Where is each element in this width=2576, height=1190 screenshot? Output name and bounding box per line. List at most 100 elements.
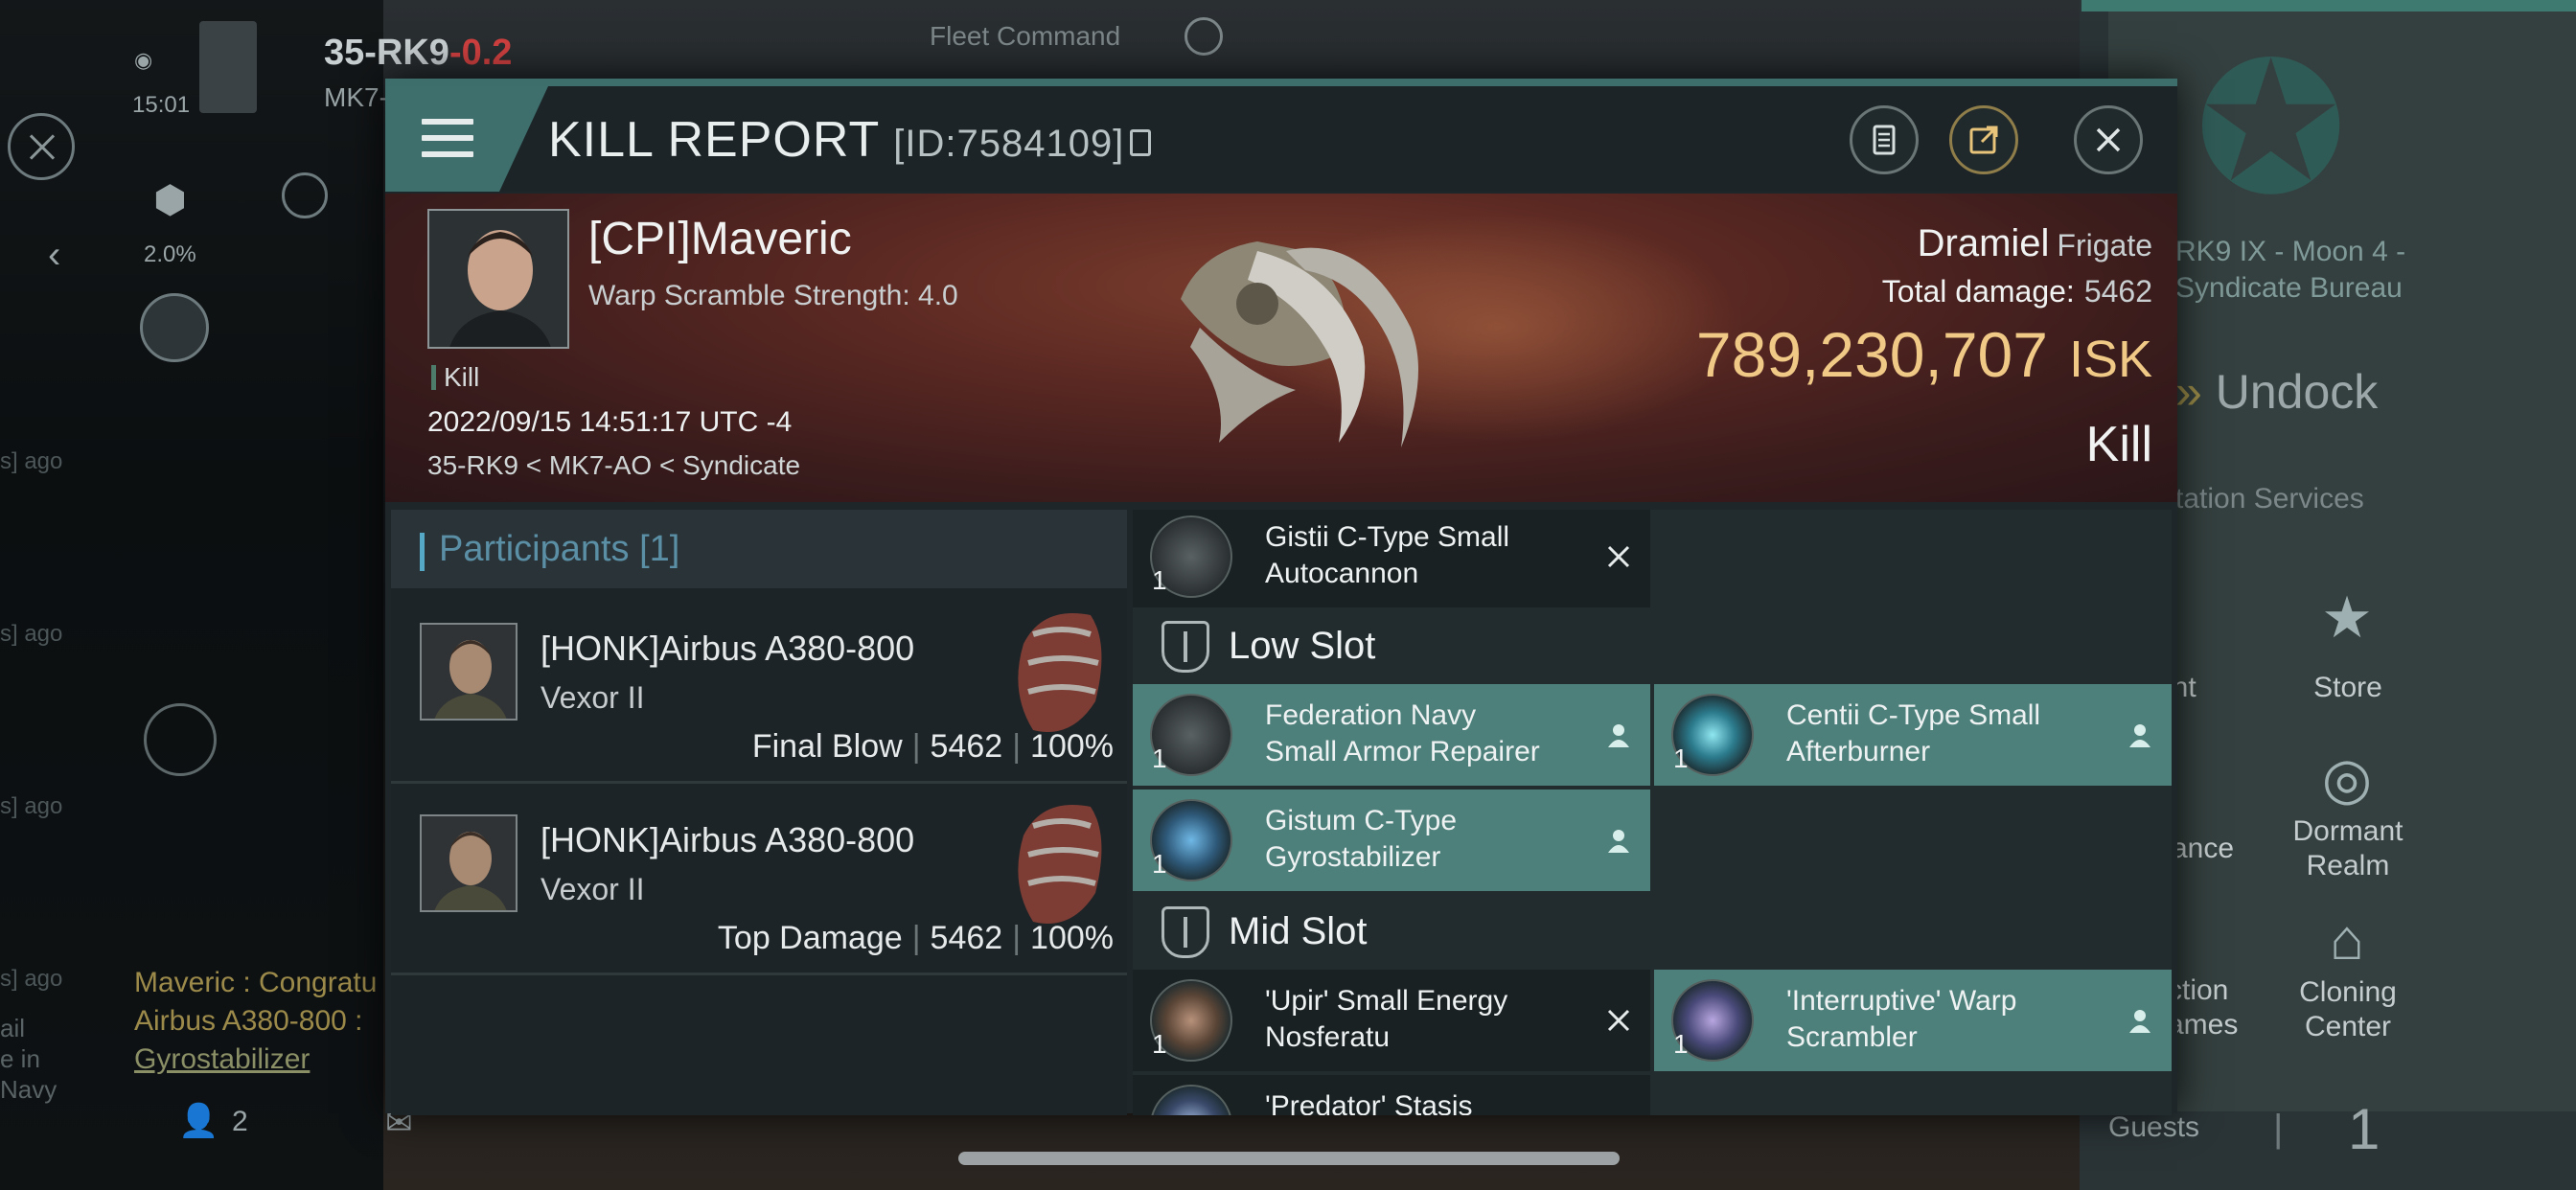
mid-slot-header: Mid Slot: [1133, 893, 2172, 970]
victim-ship-image[interactable]: [1142, 213, 1459, 452]
destroyed-x-icon: [1607, 1009, 1630, 1032]
chevron-left-icon[interactable]: ‹: [48, 234, 60, 277]
side-text-3: Navy: [0, 1075, 58, 1104]
wifi-icon: ◉: [134, 48, 153, 72]
participants-label: Participants: [439, 529, 630, 569]
total-damage: Total damage: 5462: [1881, 274, 2152, 309]
ago-text-3: s] ago: [0, 793, 63, 819]
copy-icon[interactable]: [1130, 129, 1152, 157]
clipboard-icon: [1873, 125, 1896, 155]
participant-row[interactable]: [HONK]Airbus A380-800 Vexor II Top Damag…: [391, 788, 1127, 975]
system-name: 35-RK9-0.2: [324, 33, 513, 73]
side-text-1: ail: [0, 1014, 26, 1042]
module-qty: 1: [1152, 565, 1167, 595]
victim-banner: [CPI]Maveric Warp Scramble Strength: 4.0…: [385, 194, 2177, 502]
store-icon[interactable]: ★: [2294, 565, 2400, 671]
dialog-title: KILL REPORT [ID:7584109]: [548, 111, 1152, 169]
station-services-label: tation Services: [2175, 483, 2364, 515]
module-name: Centii C-Type Small Afterburner: [1786, 699, 2041, 767]
participant-name: [HONK]Airbus A380-800: [540, 629, 915, 668]
close-circle-icon[interactable]: [8, 113, 75, 180]
hamburger-icon: [422, 119, 473, 157]
ago-text-4: s] ago: [0, 966, 63, 992]
module-name: Gistum C-Type Gyrostabilizer: [1265, 805, 1458, 873]
report-button[interactable]: [1850, 105, 1919, 174]
module-slot[interactable]: 1 Gistii C-Type Small Autocannon: [1133, 510, 1650, 607]
menu-button[interactable]: [385, 86, 548, 192]
mid-slot-label: Mid Slot: [1229, 910, 1368, 952]
participants-header[interactable]: Participants [1]: [391, 510, 1127, 588]
participant-avatar[interactable]: [420, 623, 518, 721]
module-slot[interactable]: 'Predator' Stasis: [1133, 1075, 1650, 1115]
victim-ship[interactable]: Dramiel Frigate: [1918, 222, 2152, 265]
percent-value: 2.0%: [144, 241, 196, 267]
participant-row[interactable]: [HONK]Airbus A380-800 Vexor II Final Blo…: [391, 596, 1127, 784]
module-slot[interactable]: 1 Centii C-Type Small Afterburner: [1654, 684, 2172, 786]
module-qty: 1: [1152, 1029, 1167, 1059]
service-cloning-label[interactable]: Cloning Center: [2271, 975, 2425, 1044]
victim-name[interactable]: [CPI]Maveric: [588, 213, 852, 265]
stasis-webifier-icon: [1150, 1085, 1232, 1115]
slot-shield-icon: [1162, 621, 1209, 673]
module-qty: 1: [1152, 744, 1167, 773]
isk-value: 789,230,707 ISK: [1695, 319, 2152, 390]
fleet-command-label[interactable]: Fleet Command: [930, 21, 1120, 52]
location-pin-icon[interactable]: [140, 293, 209, 362]
participant-avatar[interactable]: [420, 814, 518, 912]
slot-shield-icon: [1162, 906, 1209, 958]
guests-label: Guests: [2108, 1111, 2200, 1143]
victim-portrait[interactable]: [427, 209, 569, 349]
module-qty: 1: [1673, 744, 1689, 773]
guests-divider: |: [2273, 1108, 2284, 1150]
target-icon[interactable]: [144, 703, 217, 776]
module-qty: 1: [1673, 1029, 1689, 1059]
service-store-label[interactable]: Store: [2271, 671, 2425, 705]
participants-panel: Participants [1] [HONK]Airbus A380-800 V…: [391, 510, 1127, 1115]
pilot-avatar[interactable]: [199, 21, 257, 113]
low-slot-label: Low Slot: [1229, 625, 1376, 667]
people-count: 2: [232, 1106, 248, 1137]
anchor-icon[interactable]: [282, 172, 328, 218]
ago-text-1: s] ago: [0, 448, 63, 474]
low-slot-header: Low Slot: [1133, 607, 2172, 684]
participants-count: [1]: [639, 529, 680, 569]
undock-button[interactable]: » Undock: [2175, 364, 2378, 420]
cube-icon[interactable]: ⬢: [153, 178, 187, 222]
module-slot[interactable]: 1 'Upir' Small Energy Nosferatu: [1133, 970, 1650, 1071]
service-faction-label[interactable]: ction ames: [2168, 973, 2244, 1042]
chevron-right-icon: »: [2175, 365, 2202, 419]
clock-icon[interactable]: [1184, 17, 1223, 56]
guests-count: 1: [2348, 1097, 2380, 1161]
chat-link[interactable]: Gyrostabilizer: [134, 1041, 310, 1079]
service-dormant-realm-label[interactable]: Dormant Realm: [2271, 814, 2425, 883]
people-icon[interactable]: 👤: [178, 1102, 218, 1140]
person-icon: [2129, 1010, 2150, 1033]
destroyed-x-icon: [1610, 1114, 1627, 1115]
participant-ship: Vexor II: [540, 872, 645, 906]
module-name: 'Interruptive' Warp Scrambler: [1786, 985, 2017, 1053]
ago-text-2: s] ago: [0, 621, 63, 647]
participant-name: [HONK]Airbus A380-800: [540, 820, 915, 859]
clock-time: 15:01: [132, 92, 191, 118]
share-icon: [1969, 126, 1998, 154]
title-text: KILL REPORT: [548, 112, 881, 168]
home-indicator[interactable]: [958, 1152, 1620, 1165]
kill-result: Kill: [2085, 417, 2152, 472]
kill-tag: Kill: [431, 362, 479, 393]
destroyed-x-icon: [1607, 545, 1630, 568]
module-slot[interactable]: 1 Federation Navy Small Armor Repairer: [1133, 684, 1650, 786]
participant-stats: Top Damage | 5462 | 100%: [717, 920, 1114, 956]
participant-ship: Vexor II: [540, 680, 645, 715]
module-name: 'Upir' Small Energy Nosferatu: [1265, 985, 1508, 1053]
module-slot[interactable]: 1 'Interruptive' Warp Scrambler: [1654, 970, 2172, 1071]
share-button[interactable]: [1949, 105, 2018, 174]
kill-id: [ID:7584109]: [893, 123, 1125, 165]
module-name: 'Predator' Stasis: [1265, 1090, 1473, 1115]
module-slot[interactable]: 1 Gistum C-Type Gyrostabilizer: [1133, 790, 1650, 891]
person-icon: [1608, 724, 1629, 747]
person-icon: [2129, 724, 2150, 747]
close-button[interactable]: [2074, 105, 2143, 174]
corp-logo-icon: ✪: [2195, 28, 2348, 231]
chat-line-2: Airbus A380-800 :: [134, 1005, 363, 1037]
kill-location[interactable]: 35-RK9 < MK7-AO < Syndicate: [427, 450, 800, 481]
